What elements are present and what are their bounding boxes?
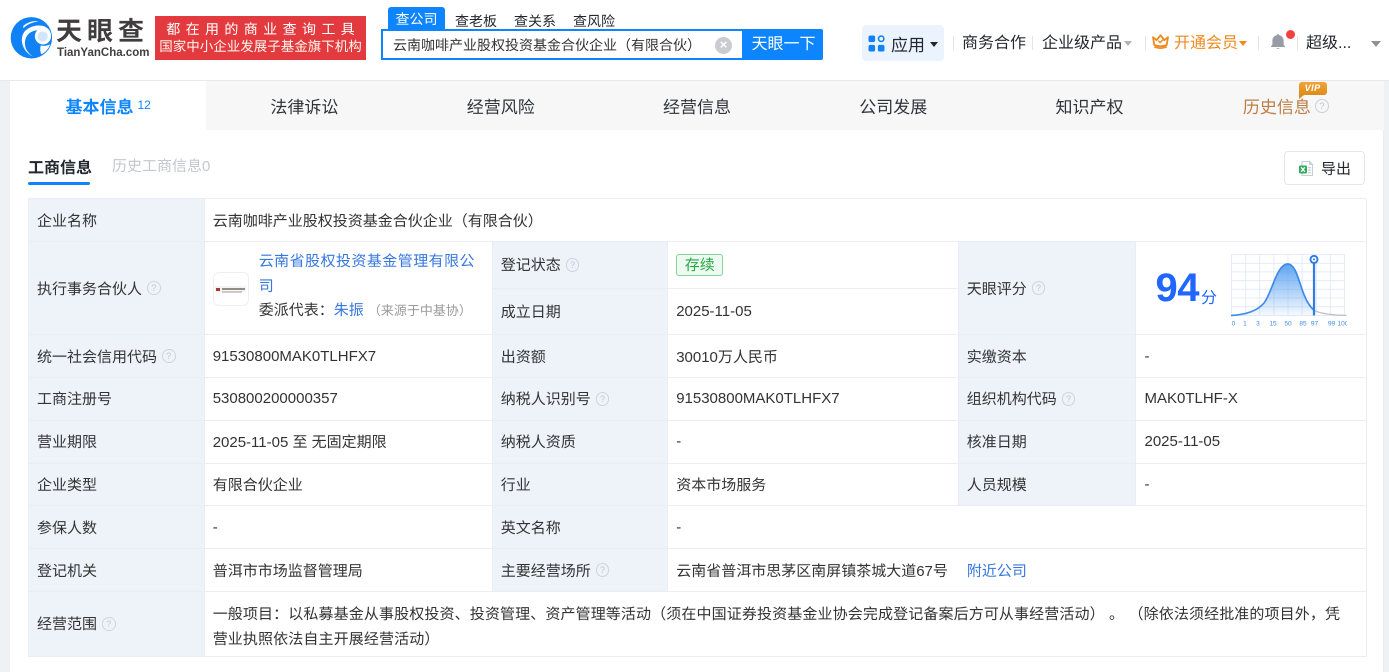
svg-text:85: 85 bbox=[1299, 321, 1307, 328]
svg-text:3: 3 bbox=[1256, 321, 1260, 328]
svg-text:99: 99 bbox=[1328, 321, 1336, 328]
svg-text:100: 100 bbox=[1337, 321, 1347, 328]
svg-text:0: 0 bbox=[1232, 321, 1236, 328]
svg-text:15: 15 bbox=[1269, 321, 1277, 328]
svg-text:50: 50 bbox=[1284, 321, 1292, 328]
svg-text:97: 97 bbox=[1311, 321, 1319, 328]
svg-text:1: 1 bbox=[1243, 321, 1247, 328]
